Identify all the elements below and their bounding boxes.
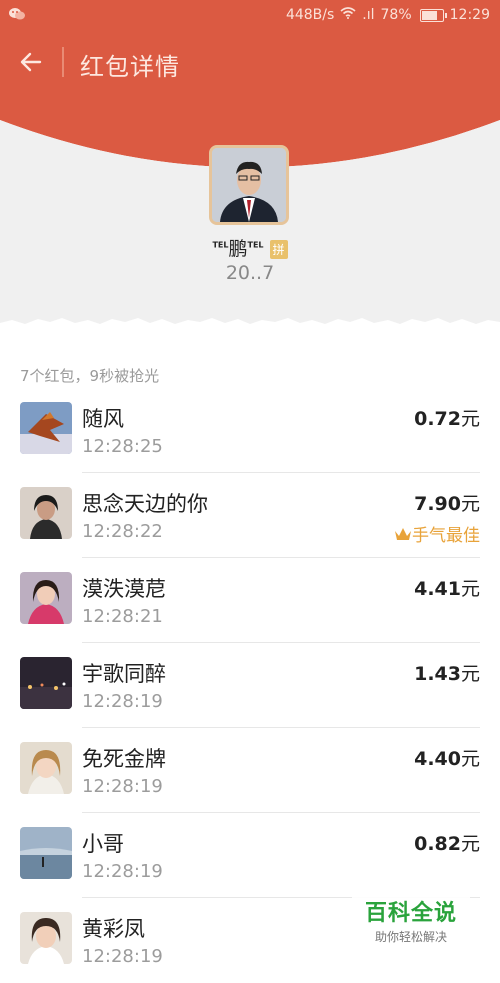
pin-badge: 拼 bbox=[269, 240, 288, 259]
grab-time: 12:28:19 bbox=[82, 691, 163, 712]
member-name: 黄彩凤 bbox=[82, 917, 145, 941]
avatar bbox=[20, 487, 72, 539]
grab-time: 12:28:19 bbox=[82, 861, 163, 882]
list-item[interactable]: 随风 12:28:25 0.72元 bbox=[0, 388, 500, 473]
sender-name-row: TEL鹏TEL 拼 bbox=[0, 234, 500, 261]
watermark-logo: 百科全说 助你轻松解决 bbox=[352, 893, 470, 951]
grab-amount: 4.40元 bbox=[414, 748, 480, 770]
grab-amount: 0.72元 bbox=[414, 408, 480, 430]
member-name: 思念天边的你 bbox=[82, 492, 208, 516]
grab-amount: 4.41元 bbox=[414, 578, 480, 600]
grab-time: 12:28:19 bbox=[82, 776, 163, 797]
member-name: 小哥 bbox=[82, 832, 124, 856]
grab-amount: 1.43元 bbox=[414, 663, 480, 685]
member-name: 随风 bbox=[82, 407, 124, 431]
watermark-subtitle: 助你轻松解决 bbox=[374, 930, 447, 944]
list-item[interactable]: 漠泆漠苨 12:28:21 4.41元 bbox=[0, 558, 500, 643]
sender-amount: 20..7 bbox=[225, 262, 275, 284]
tel-tag-right: TEL bbox=[247, 240, 264, 250]
crown-icon bbox=[395, 528, 411, 540]
member-name: 漠泆漠苨 bbox=[82, 577, 166, 601]
list-item[interactable]: 思念天边的你 12:28:22 7.90元 手气最佳 bbox=[0, 473, 500, 558]
tel-tag-left: TEL bbox=[212, 240, 229, 250]
avatar bbox=[20, 827, 72, 879]
avatar bbox=[20, 402, 72, 454]
member-name: 宇歌同醉 bbox=[82, 662, 166, 686]
grab-amount: 0.82元 bbox=[414, 833, 480, 855]
best-luck-badge: 手气最佳 bbox=[394, 521, 480, 546]
sender-name: 鹏 bbox=[228, 238, 248, 260]
redpacket-summary: 7个红包，9秒被抢光 bbox=[20, 367, 160, 385]
grab-amount: 7.90元 bbox=[414, 493, 480, 515]
list-item[interactable]: 小哥 12:28:19 0.82元 bbox=[0, 813, 500, 898]
list-item[interactable]: 宇歌同醉 12:28:19 1.43元 bbox=[0, 643, 500, 728]
avatar bbox=[20, 657, 72, 709]
avatar bbox=[20, 912, 72, 964]
grab-time: 12:28:21 bbox=[82, 606, 163, 627]
grab-time: 12:28:19 bbox=[82, 946, 163, 967]
avatar bbox=[20, 572, 72, 624]
avatar bbox=[20, 742, 72, 794]
grab-time: 12:28:22 bbox=[82, 521, 163, 542]
list-item[interactable]: 免死金牌 12:28:19 4.40元 bbox=[0, 728, 500, 813]
watermark-title: 百科全说 bbox=[364, 901, 457, 926]
grab-time: 12:28:25 bbox=[82, 436, 163, 457]
sender-avatar[interactable] bbox=[209, 145, 289, 225]
member-name: 免死金牌 bbox=[82, 747, 166, 771]
